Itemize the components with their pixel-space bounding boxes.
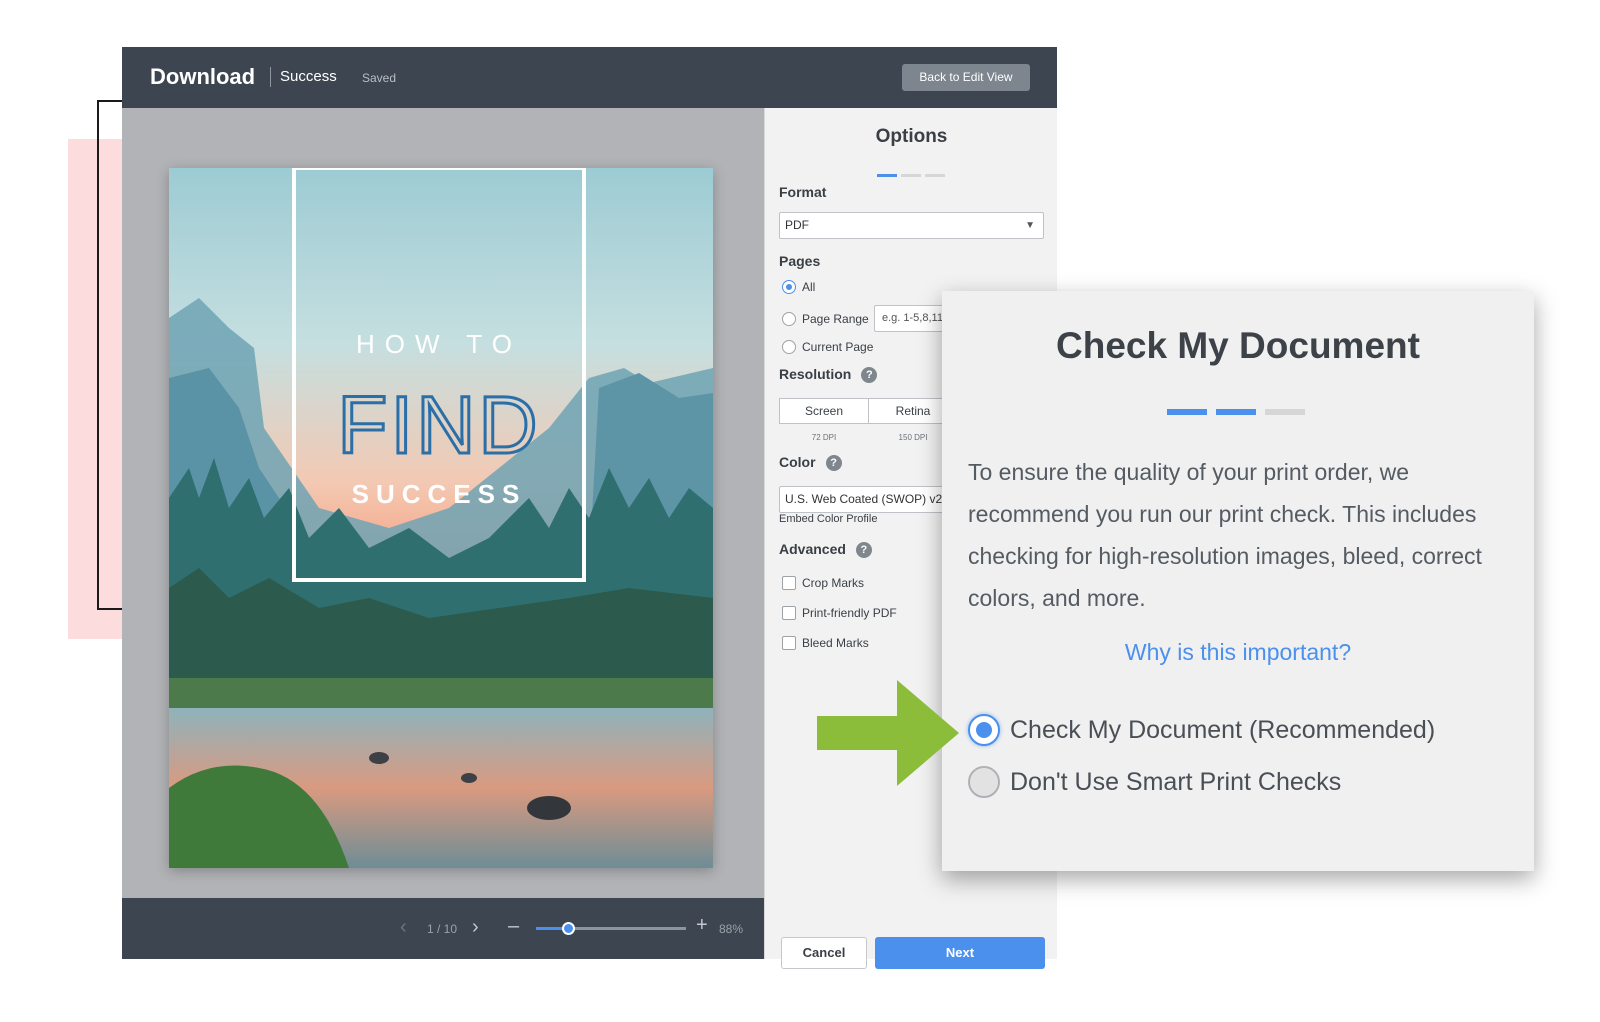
screen-dpi: 72 DPI <box>811 433 837 442</box>
chevron-down-icon: ▼ <box>1025 220 1035 231</box>
color-label-text: Color <box>779 454 816 470</box>
zoom-slider-handle[interactable] <box>561 922 575 935</box>
zoom-in-icon[interactable]: + <box>696 914 708 937</box>
next-page-icon[interactable]: › <box>472 916 479 939</box>
pages-all-label: All <box>802 280 816 294</box>
format-select[interactable]: PDF ▼ <box>779 212 1044 239</box>
callout-title: Check My Document <box>1056 325 1420 366</box>
why-important-link[interactable]: Why is this important? <box>942 639 1534 666</box>
zoom-level: 88% <box>719 922 744 936</box>
skip-print-check-radio[interactable] <box>968 766 1000 798</box>
callout-step-3 <box>1265 409 1305 415</box>
format-value: PDF <box>785 218 809 232</box>
check-document-radio[interactable] <box>968 714 1000 746</box>
color-profile-select[interactable]: U.S. Web Coated (SWOP) v2 <box>779 486 969 513</box>
previous-page-icon[interactable]: ‹ <box>400 916 407 939</box>
callout-description: To ensure the quality of your print orde… <box>968 459 1482 611</box>
document-name: Success <box>280 68 337 85</box>
current-page-label: Current Page <box>802 340 874 354</box>
callout-step-2 <box>1216 409 1256 415</box>
cancel-button[interactable]: Cancel <box>781 937 867 969</box>
resolution-label: Resolution? <box>779 366 878 383</box>
crop-marks-option[interactable]: Crop Marks <box>782 575 864 591</box>
page-range-label: Page Range <box>802 312 869 326</box>
bleed-marks-option[interactable]: Bleed Marks <box>782 635 869 651</box>
download-window: Download Success Saved Back to Edit View <box>122 47 1057 969</box>
embed-color-profile[interactable]: Embed Color Profile <box>779 513 877 525</box>
step-1-indicator <box>877 174 897 177</box>
document-preview: HOW TO FIND SUCCESS <box>122 108 764 898</box>
page-range-option[interactable]: Page Range <box>782 311 869 327</box>
cover-line-1: HOW TO <box>356 329 522 359</box>
cover-illustration: HOW TO FIND SUCCESS <box>169 168 713 868</box>
cover-page: HOW TO FIND SUCCESS <box>169 168 713 868</box>
color-help-icon[interactable]: ? <box>825 455 842 471</box>
advanced-label-text: Advanced <box>779 541 846 557</box>
options-heading: Options <box>875 126 948 147</box>
pages-all-option[interactable]: All <box>782 279 815 295</box>
bleed-marks-label: Bleed Marks <box>802 636 869 650</box>
skip-print-check-option[interactable]: Don't Use Smart Print Checks <box>968 765 1341 799</box>
check-document-label: Check My Document (Recommended) <box>1010 716 1436 744</box>
page-range-radio[interactable] <box>782 312 796 326</box>
callout-step-indicator <box>1167 402 1314 420</box>
check-document-callout: Check My Document To ensure the quality … <box>942 291 1534 871</box>
save-status: Saved <box>362 71 397 85</box>
step-3-indicator <box>925 174 945 177</box>
bleed-marks-checkbox[interactable] <box>782 636 796 650</box>
current-page-radio[interactable] <box>782 340 796 354</box>
next-button[interactable]: Next <box>875 937 1045 969</box>
step-indicator <box>877 164 949 182</box>
back-to-edit-button[interactable]: Back to Edit View <box>902 64 1030 91</box>
resolution-label-text: Resolution <box>779 366 852 382</box>
green-arrow-icon <box>817 680 959 786</box>
pages-all-radio[interactable] <box>782 280 796 294</box>
cover-line-2: FIND <box>337 380 540 471</box>
page-indicator: 1 / 10 <box>427 922 458 936</box>
format-label: Format <box>779 184 827 200</box>
advanced-label: Advanced? <box>779 541 872 558</box>
advanced-help-icon[interactable]: ? <box>855 542 872 558</box>
resolution-help-icon[interactable]: ? <box>861 367 878 383</box>
print-friendly-checkbox[interactable] <box>782 606 796 620</box>
title-divider <box>270 67 271 87</box>
crop-marks-checkbox[interactable] <box>782 576 796 590</box>
print-friendly-option[interactable]: Print-friendly PDF <box>782 605 897 621</box>
print-friendly-label: Print-friendly PDF <box>802 606 897 620</box>
page-title: Download <box>150 64 256 89</box>
top-bar: Download Success Saved Back to Edit View <box>122 47 1057 108</box>
check-document-option[interactable]: Check My Document (Recommended) <box>968 713 1435 747</box>
callout-step-1 <box>1167 409 1207 415</box>
zoom-out-icon[interactable]: – <box>508 915 519 938</box>
cover-line-3: SUCCESS <box>352 479 527 509</box>
pages-label: Pages <box>779 253 821 269</box>
color-label: Color? <box>779 454 842 471</box>
current-page-option[interactable]: Current Page <box>782 339 873 355</box>
skip-print-check-label: Don't Use Smart Print Checks <box>1010 768 1342 796</box>
resolution-screen-button[interactable]: Screen <box>779 398 869 424</box>
crop-marks-label: Crop Marks <box>802 576 865 590</box>
preview-toolbar: ‹ 1 / 10 › – + 88% <box>122 898 764 959</box>
step-2-indicator <box>901 174 921 177</box>
